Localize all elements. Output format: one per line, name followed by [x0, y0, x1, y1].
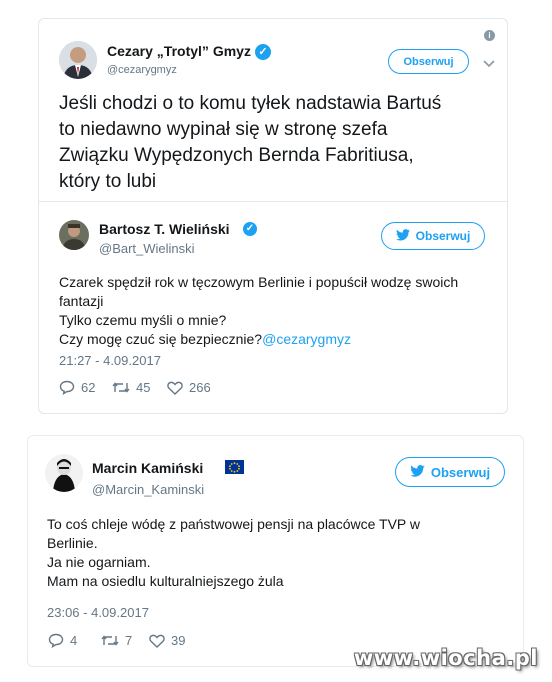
reply-icon [59, 380, 75, 395]
tweet-text: Jeśli chodzi o to komu tyłek nadstawia B… [59, 93, 442, 192]
heart-icon [149, 634, 165, 648]
follow-button[interactable]: Obserwuj [395, 457, 505, 487]
follow-button-label: Obserwuj [403, 55, 454, 68]
reply-icon [48, 633, 64, 648]
heart-icon [167, 381, 183, 395]
timestamp[interactable]: 21:27 - 4.09.2017 [59, 353, 161, 368]
verified-badge-icon: ✓ [255, 44, 271, 60]
retweet-action[interactable]: 7 [101, 633, 132, 648]
timestamp[interactable]: 23:06 - 4.09.2017 [47, 605, 149, 620]
watermark: www.wiocha.pl [353, 646, 538, 670]
quoted-text-segment: Czy mogę czuć się bezpiecznie? [59, 331, 263, 347]
quoted-avatar[interactable] [59, 220, 89, 250]
follow-button[interactable]: Obserwuj [388, 49, 469, 74]
display-name[interactable]: Cezary „Trotyl” Gmyz [107, 43, 251, 59]
reply-action[interactable]: 62 [59, 380, 95, 395]
follow-button-label: Obserwuj [430, 464, 491, 480]
like-count: 39 [171, 633, 186, 648]
twitter-bird-icon [410, 464, 425, 480]
quoted-text-line: fantazji [59, 293, 104, 309]
quoted-text-line: Czy mogę czuć się bezpiecznie?@cezarygmy… [59, 330, 458, 349]
retweet-action[interactable]: 45 [112, 380, 150, 395]
verified-badge-icon: ✓ [243, 222, 257, 236]
eu-flag-icon [225, 460, 244, 474]
user-handle[interactable]: @Marcin_Kaminski [92, 482, 204, 497]
retweet-icon [101, 635, 119, 646]
chevron-down-icon[interactable] [483, 55, 495, 73]
divider [39, 201, 507, 202]
tweet-card-gmyz: Cezary „Trotyl” Gmyz ✓ @cezarygmyz Obser… [38, 18, 508, 414]
quoted-text-line: Czarek spędził rok w tęczowym Berlinie i… [59, 274, 459, 290]
user-handle[interactable]: @cezarygmyz [107, 64, 177, 76]
like-action[interactable]: 266 [167, 380, 211, 395]
info-icon[interactable]: i [484, 30, 495, 41]
tweet-card-kaminski: Marcin Kamiński @Marcin_Kaminski Obserwu… [27, 435, 524, 667]
quoted-user-handle[interactable]: @Bart_Wielinski [99, 241, 195, 256]
like-action[interactable]: 39 [149, 633, 185, 648]
quoted-tweet-text: Czarek spędził rok w tęczowym Berlinie i… [59, 273, 458, 349]
retweet-icon [112, 382, 130, 393]
reply-count: 62 [81, 380, 96, 395]
quoted-display-name[interactable]: Bartosz T. Wieliński [99, 221, 230, 237]
reply-action[interactable]: 4 [48, 633, 77, 648]
avatar[interactable] [59, 41, 97, 79]
tweet-text: To coś chleje wódę z państwowej pensji n… [47, 516, 421, 589]
quoted-text-line: Tylko czemu myśli o mnie? [59, 312, 227, 328]
retweet-count: 45 [136, 380, 151, 395]
like-count: 266 [189, 380, 211, 395]
retweet-count: 7 [125, 633, 133, 648]
display-name[interactable]: Marcin Kamiński [92, 460, 203, 476]
mention-link[interactable]: @cezarygmyz [262, 331, 351, 347]
reply-count: 4 [70, 633, 78, 648]
quoted-follow-button[interactable]: Obserwuj [381, 222, 485, 250]
avatar[interactable] [45, 454, 83, 492]
twitter-bird-icon [395, 228, 410, 244]
quoted-follow-button-label: Obserwuj [415, 229, 471, 243]
